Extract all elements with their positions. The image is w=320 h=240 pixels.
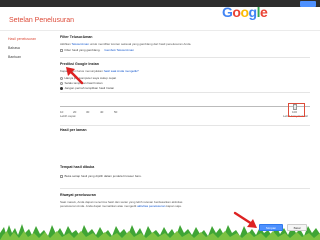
new-window-checkbox[interactable] — [60, 174, 63, 178]
results-slider: 10 20 30 40 50 100 Lebih cepat Lebih ban… — [60, 0, 310, 240]
tick-label: 40 — [100, 110, 104, 114]
history-text-line2: penelusuran Anda. Anda dapat mematikan a… — [60, 204, 310, 208]
sidebar: Hasil penelusuran Bahasa Bantuan — [8, 37, 50, 64]
annotation-arrow-icon — [66, 67, 84, 85]
slider-track[interactable] — [60, 106, 310, 107]
save-button[interactable]: Simpan — [259, 224, 283, 231]
open-results-section: Tempat hasil dibuka Buka setiap hasil ya… — [60, 165, 310, 178]
section-heading: Tempat hasil dibuka — [60, 165, 95, 169]
section-heading: Riwayat penelusuran — [60, 193, 96, 197]
history-section: Riwayat penelusuran Saat masuk, Anda dap… — [60, 193, 310, 208]
search-activity-link[interactable]: aktivitas penelusuran — [137, 204, 165, 208]
divider — [60, 188, 310, 189]
divider — [60, 125, 310, 126]
checkbox-label: Buka setiap hasil yang dipilih dalam jen… — [64, 174, 142, 178]
slider-caption-left: Lebih cepat — [60, 114, 76, 118]
history-text: penelusuran Anda. Anda dapat mematikan a… — [60, 204, 138, 208]
tick-label: 50 — [114, 110, 118, 114]
sidebar-item-help[interactable]: Bantuan — [8, 55, 50, 64]
history-text: kapan saja. — [165, 204, 182, 208]
sidebar-item-search-results[interactable]: Hasil penelusuran — [8, 37, 50, 46]
new-window-option[interactable]: Buka setiap hasil yang dipilih dalam jen… — [60, 174, 142, 178]
annotation-arrow-icon — [233, 211, 257, 228]
cancel-button[interactable]: Batal — [287, 224, 307, 231]
highlight-box — [288, 103, 305, 117]
tick-label: 30 — [86, 110, 90, 114]
sidebar-item-languages[interactable]: Bahasa — [8, 46, 50, 55]
